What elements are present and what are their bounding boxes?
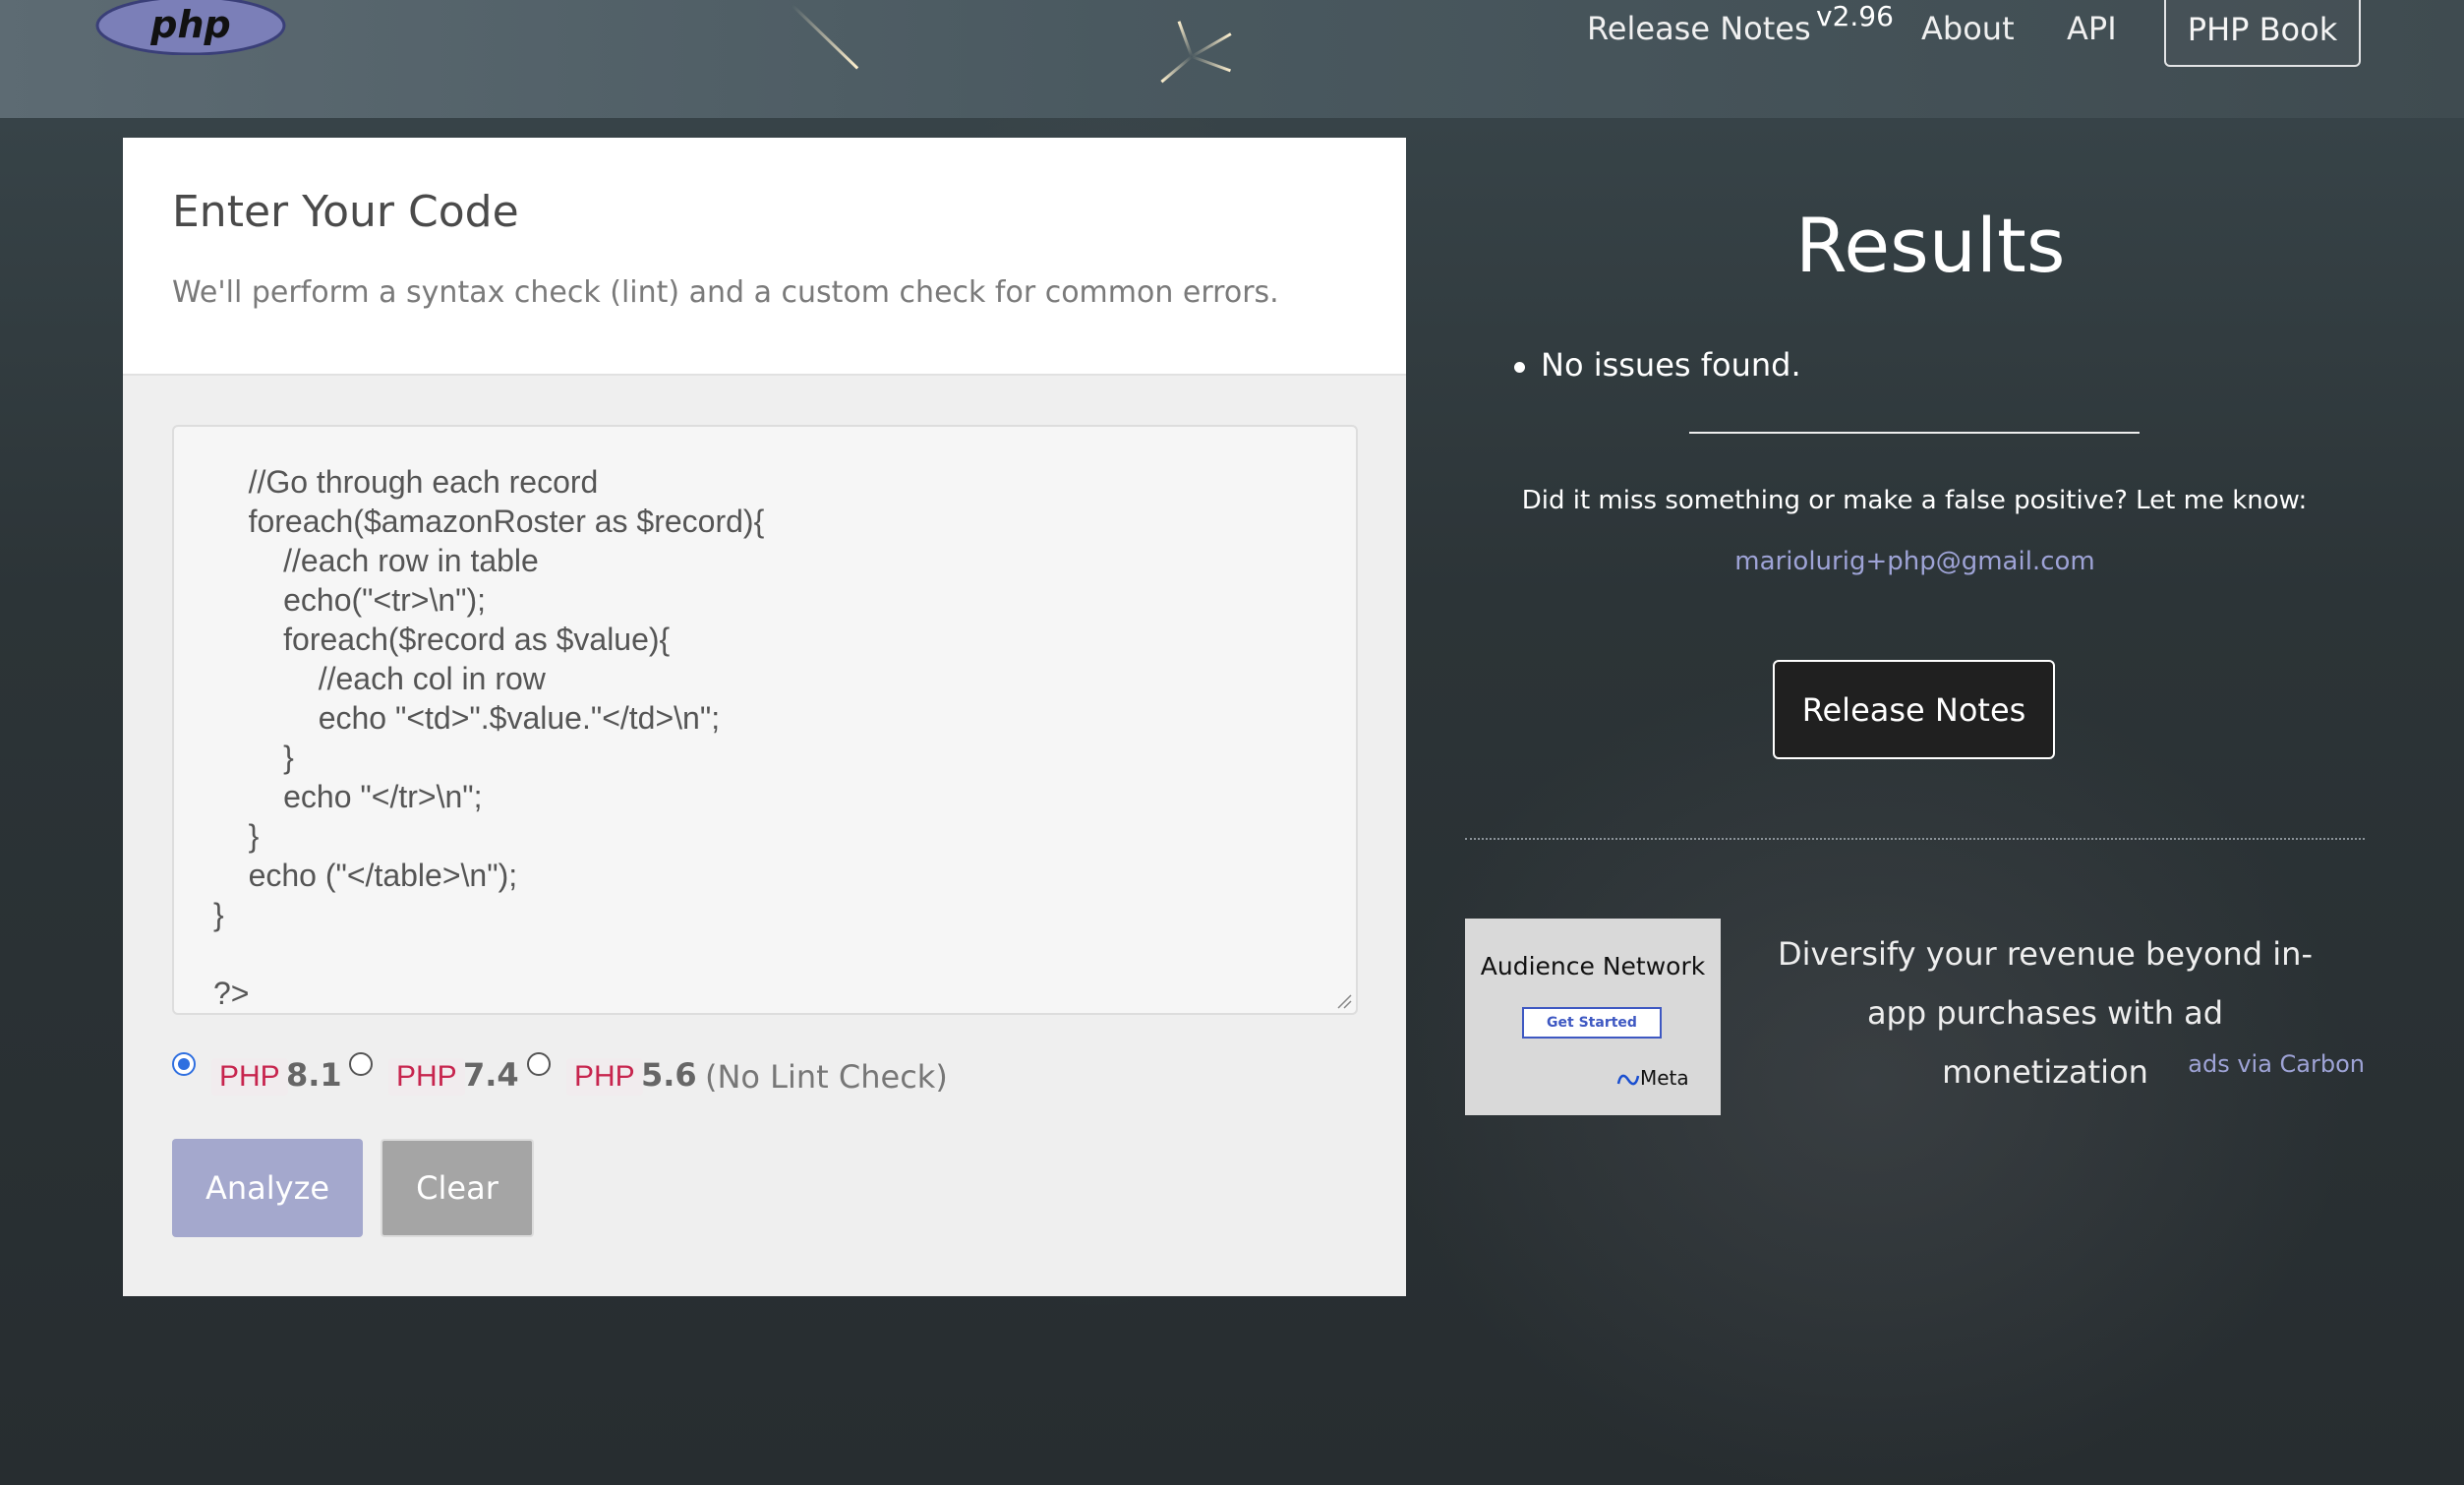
code-line: } [213, 818, 260, 854]
top-navbar: php Release Notes v2.96 About API PHP Bo… [0, 0, 2464, 118]
analyze-button[interactable]: Analyze [172, 1139, 363, 1237]
nav-release-notes[interactable]: Release Notes [1587, 10, 1811, 47]
php-logo-text: php [149, 3, 230, 46]
card-header: Enter Your Code We'll perform a syntax c… [123, 138, 1406, 376]
radio-php-81[interactable] [172, 1052, 196, 1076]
code-line: foreach($record as $value){ [213, 622, 671, 657]
ad-image[interactable]: Audience Network Get Started Meta [1465, 919, 1721, 1115]
code-line: foreach($amazonRoster as $record){ [213, 504, 765, 539]
version-number: 5.6 [641, 1056, 697, 1094]
results-title: Results [1795, 202, 2066, 289]
version-number: 8.1 [286, 1056, 342, 1094]
code-line: echo "<td>".$value."</td>\n"; [213, 700, 721, 736]
code-line: //each row in table [213, 543, 539, 578]
code-input-card: Enter Your Code We'll perform a syntax c… [123, 138, 1406, 1296]
card-subtitle: We'll perform a syntax check (lint) and … [172, 275, 1279, 310]
clear-button[interactable]: Clear [381, 1139, 534, 1237]
nav-php-book-button[interactable]: PHP Book [2164, 0, 2361, 67]
php-version-selector: PHP 8.1 PHP 7.4 PHP 5.6 (No Lint Check) [172, 1052, 1057, 1101]
sparkler-streak [1177, 21, 1194, 58]
code-line: ?> [213, 976, 250, 1011]
version-number: 7.4 [463, 1056, 519, 1094]
radio-php-74[interactable] [349, 1052, 373, 1076]
feedback-email-link[interactable]: mariolurig+php@gmail.com [1652, 547, 2178, 576]
code-line: echo ("</table>\n"); [213, 858, 518, 893]
php-tag: PHP [388, 1058, 465, 1096]
ads-via-carbon-link[interactable]: ads via Carbon [2163, 1050, 2365, 1078]
resize-handle-icon[interactable] [1336, 993, 1352, 1009]
ad-image-title: Audience Network [1480, 952, 1706, 980]
release-notes-button[interactable]: Release Notes [1773, 660, 2055, 759]
code-line: echo("<tr>\n"); [213, 582, 487, 618]
code-line: //Go through each record [213, 464, 599, 500]
ad-get-started-button: Get Started [1522, 1007, 1662, 1039]
dotted-divider [1465, 838, 2365, 840]
code-line: echo "</tr>\n"; [213, 779, 483, 814]
bullet-icon [1514, 361, 1525, 373]
sparkler-streak [791, 4, 859, 70]
code-line: } [213, 740, 294, 775]
card-title: Enter Your Code [172, 187, 519, 237]
nav-api[interactable]: API [2067, 10, 2117, 47]
php-tag: PHP [566, 1058, 643, 1096]
sparkler-streak [1191, 32, 1232, 58]
nav-about[interactable]: About [1921, 10, 2015, 47]
ad-brand: Meta [1616, 1066, 1689, 1090]
code-textarea[interactable]: //Go through each record foreach($amazon… [172, 425, 1358, 1015]
code-line: //each col in row [213, 661, 546, 696]
code-line: } [213, 897, 224, 932]
ad-brand-text: Meta [1640, 1066, 1689, 1090]
radio-php-56[interactable] [527, 1052, 551, 1076]
divider [1689, 432, 2140, 434]
result-text: No issues found. [1541, 346, 1801, 384]
sparkler-streak [1191, 55, 1231, 73]
php-logo[interactable]: php [95, 0, 286, 55]
php-tag: PHP [211, 1058, 288, 1096]
meta-logo-icon [1616, 1074, 1640, 1085]
version-note: (No Lint Check) [705, 1058, 948, 1096]
feedback-prompt: Did it miss something or make a false po… [1521, 486, 2308, 515]
sparkler-streak [1160, 55, 1193, 84]
result-item: No issues found. [1514, 346, 1801, 384]
version-badge: v2.96 [1816, 0, 1894, 32]
